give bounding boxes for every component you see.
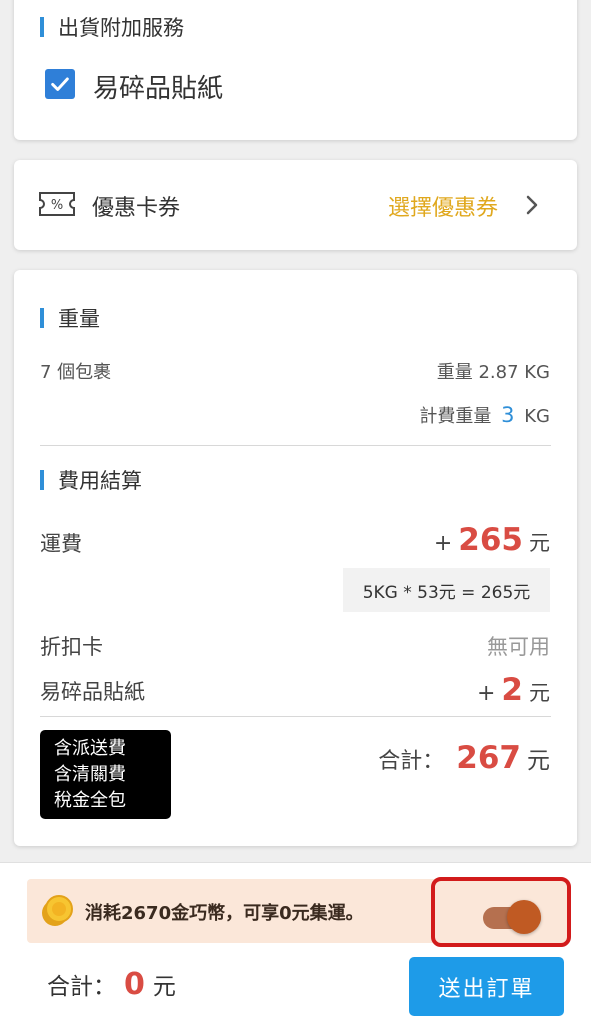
fees-title: 費用結算 bbox=[40, 465, 142, 495]
sticker-fee-value: 2 bbox=[501, 672, 523, 708]
discount-label: 折扣卡 bbox=[40, 635, 103, 659]
section-accent-bar bbox=[40, 470, 44, 490]
all-inclusive-badge: 含派送費 含清關費 稅金全包 bbox=[40, 730, 171, 819]
sticker-fee-label: 易碎品貼紙 bbox=[40, 680, 145, 704]
checkout-bar: 消耗2670金巧幣，可享0元集運。 合計： 0 元 送出訂單 bbox=[0, 862, 591, 1024]
highlight-box bbox=[431, 877, 571, 947]
badge-line: 含派送費 bbox=[54, 738, 126, 759]
package-count: 7 個包裹 bbox=[40, 362, 112, 383]
divider bbox=[40, 445, 551, 446]
section-accent-bar bbox=[40, 17, 44, 37]
shipping-fee-amount: + 265 元 bbox=[434, 522, 550, 558]
coin-promo-text: 消耗2670金巧幣，可享0元集運。 bbox=[85, 903, 364, 924]
coin-promo-banner: 消耗2670金巧幣，可享0元集運。 bbox=[27, 877, 571, 947]
gold-coin-icon bbox=[42, 895, 73, 926]
billing-weight-value: 3 bbox=[501, 403, 515, 427]
shipping-addon-card: 出貨附加服務 易碎品貼紙 bbox=[14, 0, 577, 140]
section-accent-bar bbox=[40, 308, 44, 328]
order-total-value: 0 bbox=[124, 967, 145, 1002]
billing-weight-unit: KG bbox=[524, 406, 550, 427]
coin-toggle-switch[interactable] bbox=[507, 900, 541, 934]
fees-title-text: 費用結算 bbox=[58, 469, 142, 493]
billing-weight-label: 計費重量 bbox=[419, 406, 492, 427]
coupon-card[interactable]: % 優惠卡券 選擇優惠券 bbox=[14, 160, 577, 250]
shipping-addon-title-text: 出貨附加服務 bbox=[58, 16, 184, 40]
sticker-fee-amount: + 2 元 bbox=[477, 672, 550, 708]
currency-unit: 元 bbox=[529, 531, 550, 555]
fragile-sticker-label[interactable]: 易碎品貼紙 bbox=[93, 68, 223, 105]
discount-value: 無可用 bbox=[487, 635, 550, 659]
order-total-label: 合計： bbox=[47, 974, 116, 1000]
fee-total-label: 合計： bbox=[378, 749, 445, 774]
svg-text:%: % bbox=[51, 198, 63, 213]
badge-line: 含清關費 bbox=[54, 764, 126, 785]
shipping-fee-formula: 5KG * 53元 = 265元 bbox=[343, 568, 550, 612]
coupon-ticket-icon: % bbox=[39, 192, 75, 216]
order-total: 合計： 0 元 bbox=[47, 967, 176, 1002]
chevron-right-icon[interactable] bbox=[525, 194, 539, 216]
shipping-fee-value: 265 bbox=[458, 522, 523, 558]
summary-card: 重量 7 個包裹 重量 2.87 KG 計費重量 3 KG 費用結算 運費 + … bbox=[14, 270, 577, 846]
coupon-label: 優惠卡券 bbox=[92, 196, 181, 221]
currency-unit: 元 bbox=[529, 681, 550, 705]
fee-total: 合計： 267 元 bbox=[378, 740, 550, 776]
select-coupon-link[interactable]: 選擇優惠券 bbox=[388, 190, 498, 222]
fee-total-value: 267 bbox=[456, 740, 521, 776]
weight-title: 重量 bbox=[40, 303, 100, 333]
shipping-addon-title: 出貨附加服務 bbox=[40, 12, 184, 42]
plus-sign: + bbox=[433, 531, 453, 556]
currency-unit: 元 bbox=[527, 748, 550, 774]
currency-unit: 元 bbox=[152, 974, 176, 1000]
billing-weight: 計費重量 3 KG bbox=[419, 402, 550, 428]
plus-sign: + bbox=[476, 681, 496, 706]
submit-order-button[interactable]: 送出訂單 bbox=[409, 957, 564, 1016]
actual-weight: 重量 2.87 KG bbox=[436, 362, 550, 383]
weight-title-text: 重量 bbox=[58, 307, 100, 331]
check-icon bbox=[51, 77, 69, 91]
divider bbox=[40, 716, 551, 717]
shipping-fee-label: 運費 bbox=[40, 532, 82, 556]
badge-line: 稅金全包 bbox=[54, 790, 126, 811]
fragile-sticker-checkbox[interactable] bbox=[45, 69, 75, 99]
